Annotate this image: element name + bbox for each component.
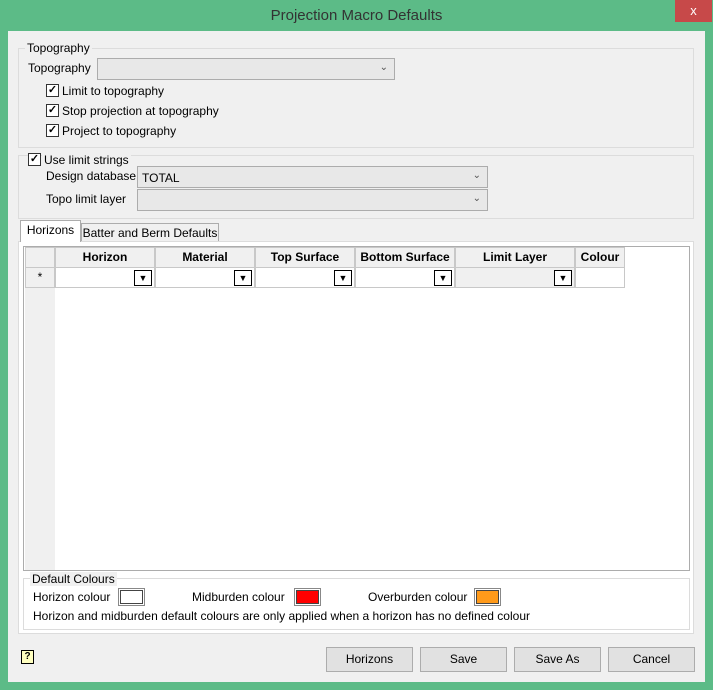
close-button[interactable]: x [675,0,712,22]
design-database-value: TOTAL [142,171,180,185]
stop-projection-checkbox[interactable]: ✓ [46,104,59,117]
horizon-colour-swatch[interactable] [118,588,145,606]
use-limit-strings-checkbox[interactable]: ✓ [28,153,41,166]
cancel-button[interactable]: Cancel [608,647,695,672]
column-header-material[interactable]: Material [155,247,255,268]
material-cell[interactable]: ▼ [155,267,255,288]
project-to-topography-checkbox[interactable]: ✓ [46,124,59,137]
column-header-bottom-surface[interactable]: Bottom Surface [355,247,455,268]
colour-cell[interactable] [575,267,625,288]
project-to-topography-label: Project to topography [62,124,177,138]
tab-horizons[interactable]: Horizons [20,220,81,242]
midburden-colour-swatch[interactable] [294,588,321,606]
help-icon[interactable]: ? [21,650,34,664]
topo-limit-layer-combo[interactable]: ⌄ [137,189,488,211]
topo-limit-layer-label: Topo limit layer [46,192,127,206]
dropdown-arrow-icon[interactable]: ▼ [134,270,152,286]
topography-group-label: Topography [25,41,92,55]
use-limit-strings-label: Use limit strings [42,153,131,167]
top-surface-cell[interactable]: ▼ [255,267,355,288]
column-header-top-surface[interactable]: Top Surface [255,247,355,268]
stop-projection-label: Stop projection at topography [62,104,219,118]
horizons-button[interactable]: Horizons [326,647,413,672]
row-header-column [25,248,55,570]
dropdown-arrow-icon[interactable]: ▼ [234,270,252,286]
bottom-surface-cell[interactable]: ▼ [355,267,455,288]
corner-header [25,247,55,268]
horizon-cell[interactable]: ▼ [55,267,155,288]
topography-label: Topography [28,61,91,75]
dropdown-arrow-icon[interactable]: ▼ [434,270,452,286]
chevron-down-icon: ⌄ [379,62,388,73]
column-header-colour[interactable]: Colour [575,247,625,268]
limit-to-topography-label: Limit to topography [62,84,165,98]
horizons-grid[interactable] [23,246,690,571]
chevron-down-icon: ⌄ [472,170,481,181]
column-header-limit-layer[interactable]: Limit Layer [455,247,575,268]
overburden-colour-swatch[interactable] [474,588,501,606]
chevron-down-icon: ⌄ [472,193,481,204]
tab-batter-and-berm-defaults[interactable]: Batter and Berm Defaults [81,223,219,241]
design-database-label: Design database [46,169,137,183]
design-database-combo[interactable]: TOTAL ⌄ [137,166,488,188]
dropdown-arrow-icon[interactable]: ▼ [334,270,352,286]
limit-to-topography-checkbox[interactable]: ✓ [46,84,59,97]
save-as-button[interactable]: Save As [514,647,601,672]
save-button[interactable]: Save [420,647,507,672]
default-colours-label: Default Colours [30,572,117,586]
dropdown-arrow-icon[interactable]: ▼ [554,270,572,286]
overburden-colour-label: Overburden colour [368,590,468,604]
topography-combo[interactable]: ⌄ [97,58,395,80]
default-colours-note: Horizon and midburden default colours ar… [33,609,530,623]
window-title: Projection Macro Defaults [270,7,443,24]
horizon-colour-label: Horizon colour [33,590,111,604]
limit-layer-cell[interactable]: ▼ [455,267,575,288]
new-row-marker: * [25,267,55,288]
column-header-horizon[interactable]: Horizon [55,247,155,268]
midburden-colour-label: Midburden colour [192,590,285,604]
